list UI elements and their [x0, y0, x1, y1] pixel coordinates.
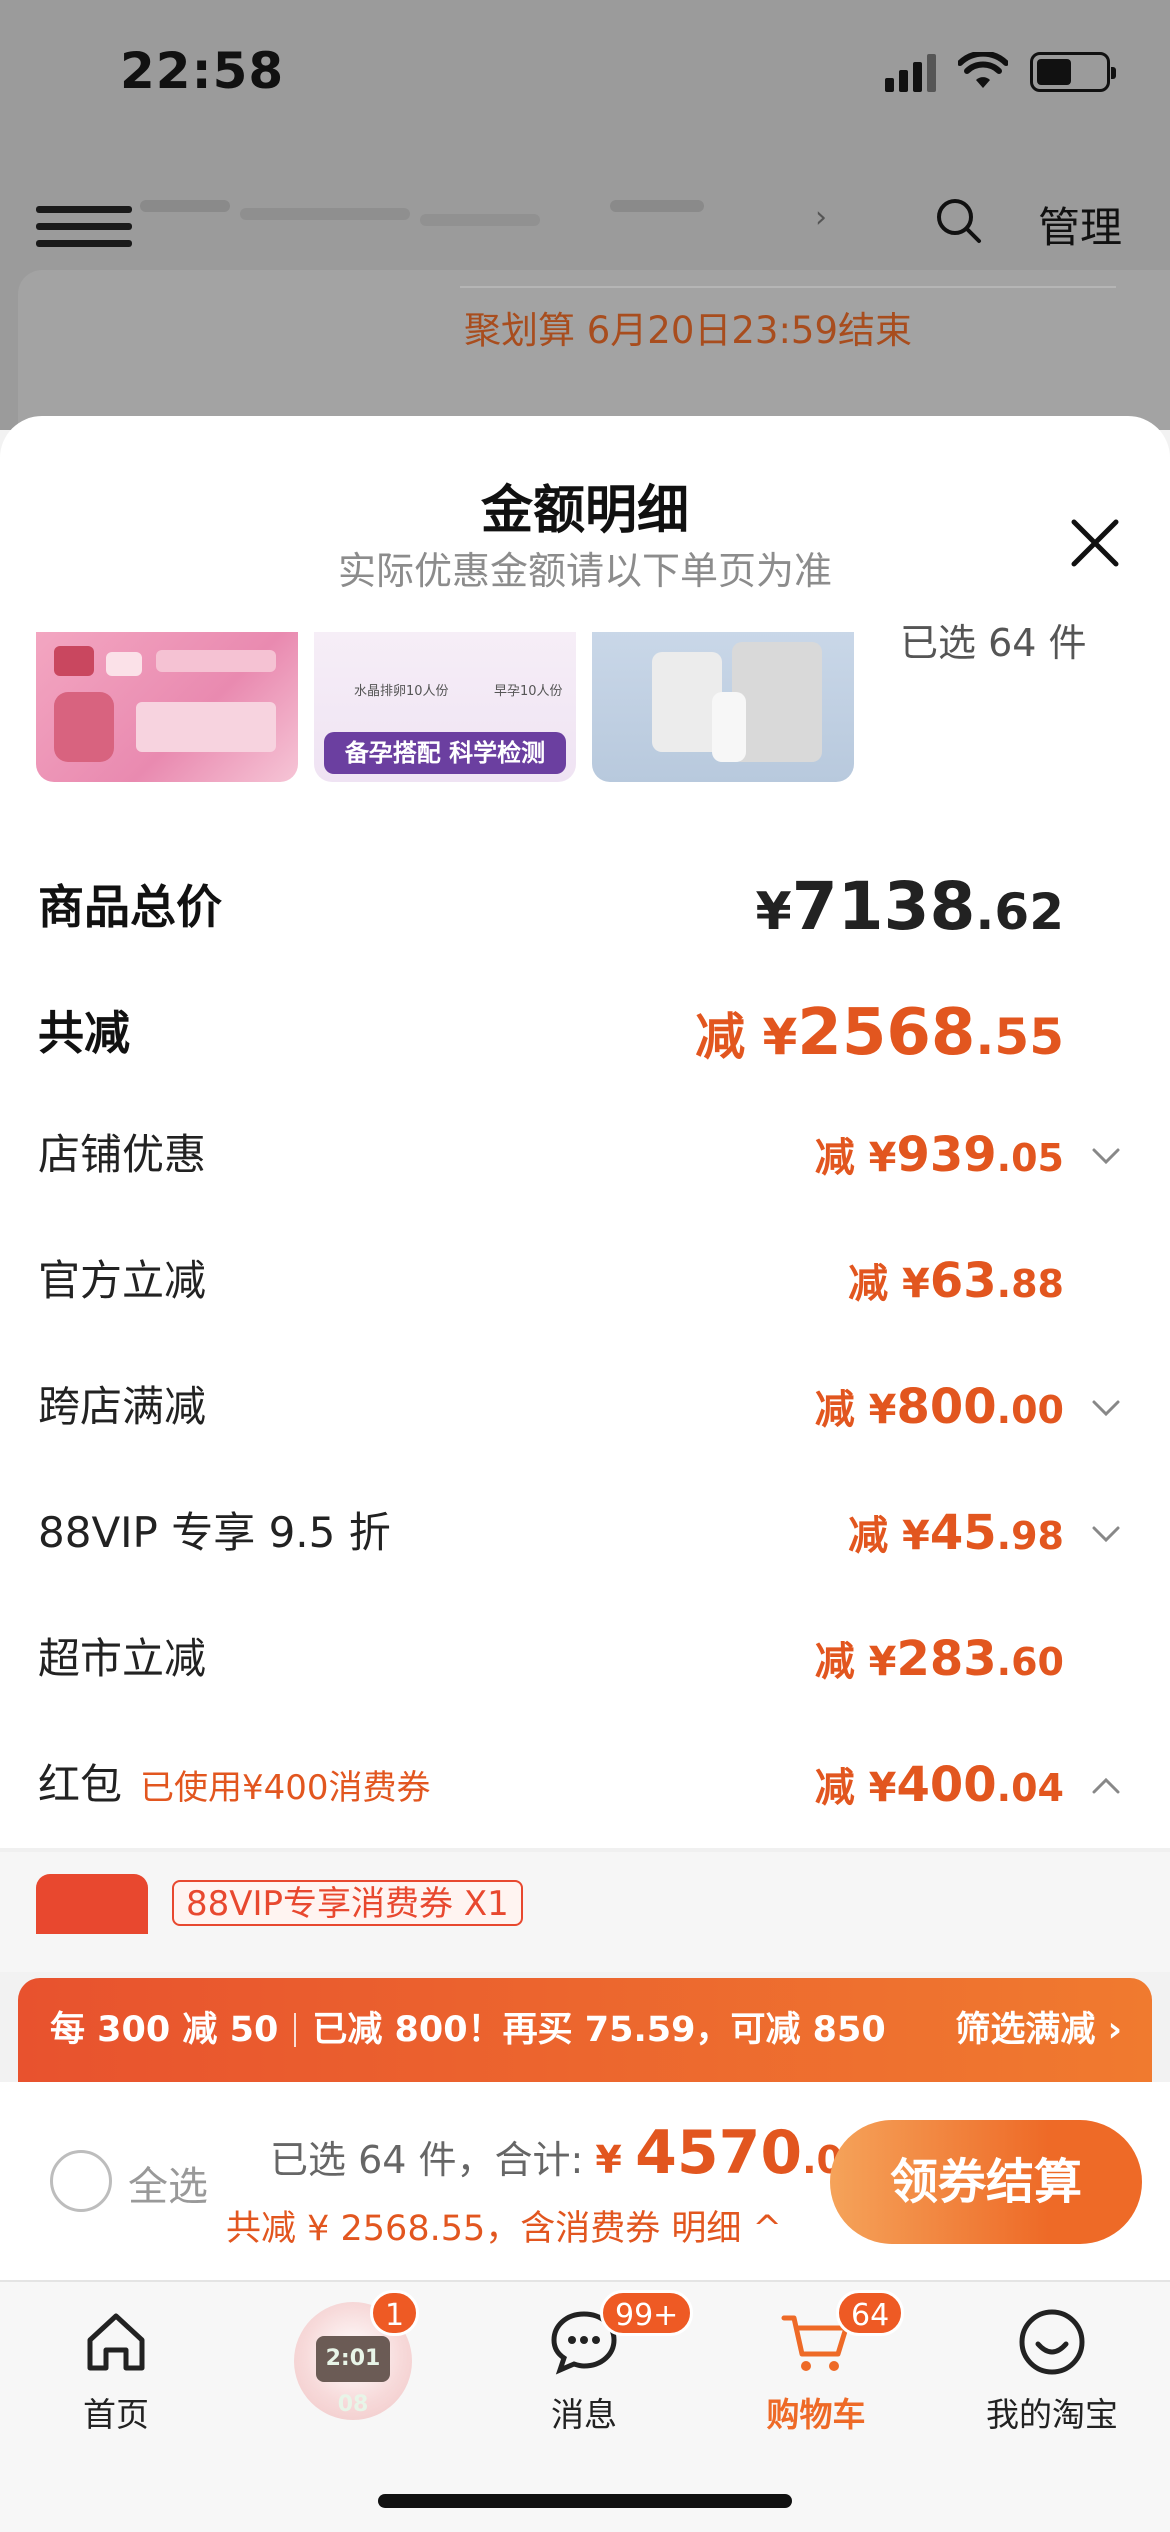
discount-row-red-packet[interactable]: 红包 已使用¥400消费券 减 ¥400.04: [38, 1750, 1132, 1820]
chevron-right-icon: ›: [815, 200, 827, 235]
cellular-signal-icon: [885, 52, 936, 92]
total-price-value: ¥7138.62: [755, 868, 1064, 945]
blurred-shop-name: [610, 200, 704, 212]
tab-label: 首页: [83, 2395, 149, 2434]
filter-full-reduction-link[interactable]: 筛选满减 ›: [955, 1978, 1122, 2082]
checkout-total: ¥ 4570.07: [595, 2118, 869, 2188]
tab-home[interactable]: 首页: [16, 2302, 216, 2442]
promo-text: 每 300 减 50 已减 800！再买 75.59，可减 850: [50, 1978, 886, 2082]
discount-label: 店铺优惠: [38, 1130, 207, 1179]
discount-value: 减 ¥939.05: [814, 1127, 1064, 1183]
tab-badge: 99+: [600, 2290, 694, 2336]
promo-progress: 已减 800！再买 75.59，可减 850: [312, 2010, 886, 2050]
blurred-shop-name: [240, 208, 410, 220]
checkout-summary: 已选 64 件，合计: ¥ 4570.07: [270, 2118, 869, 2188]
close-button[interactable]: [1060, 508, 1130, 578]
discount-value: 减 ¥400.04: [814, 1757, 1064, 1813]
full-reduction-promo-strip[interactable]: 每 300 减 50 已减 800！再买 75.59，可减 850 筛选满减 ›: [18, 1978, 1152, 2082]
select-all-label[interactable]: 全选: [128, 2154, 208, 2212]
discount-label: 官方立减: [38, 1256, 207, 1305]
discount-label: 超市立减: [38, 1634, 207, 1683]
discount-row-shop[interactable]: 店铺优惠 减 ¥939.05: [38, 1120, 1132, 1190]
discount-row-88vip[interactable]: 88VIP 专享 9.5 折 减 ¥45.98: [38, 1498, 1132, 1568]
amount-detail-sheet: 金额明细 实际优惠金额请以下单页为准 水晶排卵10人份 早孕10人份 备孕搭配 …: [0, 416, 1170, 1852]
total-price-row: 商品总价 ¥7138.62: [38, 872, 1132, 943]
product-thumbnails: 水晶排卵10人份 早孕10人份 备孕搭配 科学检测: [36, 632, 854, 782]
thumbnail-small-text: 早孕10人份: [494, 684, 563, 699]
discount-row-supermarket: 超市立减 减 ¥283.60: [38, 1624, 1132, 1694]
blurred-shop-name: [420, 214, 540, 226]
discount-row-official: 官方立减 减 ¥63.88: [38, 1246, 1132, 1316]
tab-badge: 1: [370, 2290, 420, 2336]
product-thumbnail[interactable]: [36, 632, 298, 782]
background-page-overlay: 22:58 › 管理 聚划算 6月20日23:59结束: [0, 0, 1170, 430]
status-icons: [885, 52, 1116, 92]
product-thumbnail[interactable]: 水晶排卵10人份 早孕10人份 备孕搭配 科学检测: [314, 632, 576, 782]
detail-toggle[interactable]: 共减 ¥ 2568.55，含消费券 明细 ^: [226, 2200, 782, 2251]
discount-value: 减 ¥63.88: [848, 1253, 1064, 1309]
discount-label: 跨店满减: [38, 1382, 207, 1431]
total-reduction-label: 共减: [38, 1006, 130, 1060]
discount-value: 减 ¥45.98: [848, 1505, 1064, 1561]
home-indicator: [378, 2494, 792, 2508]
background-promo-notice: 聚划算 6月20日23:59结束: [464, 309, 913, 352]
chevron-down-icon[interactable]: [1088, 1392, 1124, 1422]
chevron-right-icon: ›: [1107, 2010, 1122, 2050]
search-icon: [937, 199, 981, 243]
voucher-icon: [36, 1874, 148, 1934]
discount-label: 红包: [38, 1760, 123, 1809]
clock-product-image: 2:01 08: [316, 2336, 390, 2417]
checkout-button[interactable]: 领券结算: [830, 2120, 1142, 2244]
tab-my-taobao[interactable]: 我的淘宝: [952, 2302, 1152, 2442]
status-time: 22:58: [120, 42, 285, 100]
summary-prefix: 已选 64 件，合计:: [270, 2138, 584, 2182]
chevron-down-icon[interactable]: [1088, 1518, 1124, 1548]
tab-label: 消息: [551, 2395, 617, 2434]
sheet-subtitle: 实际优惠金额请以下单页为准: [337, 549, 832, 593]
app-root: 22:58 › 管理 聚划算 6月20日23:59结束 金额明细 实际优惠金额请…: [0, 0, 1170, 2532]
thumbnail-small-text: 水晶排卵10人份: [354, 684, 449, 699]
promo-rule: 每 300 减 50: [50, 2010, 279, 2050]
total-reduction-value: 减 ¥2568.55: [695, 996, 1064, 1070]
total-price-label: 商品总价: [38, 880, 222, 934]
product-thumbnail[interactable]: [592, 632, 854, 782]
total-reduction-row: 共减 减 ¥2568.55: [38, 998, 1132, 1068]
chevron-up-icon[interactable]: [1088, 1770, 1124, 1800]
selected-count: 已选 64 件: [900, 621, 1087, 665]
tab-badge: 64: [836, 2290, 905, 2336]
tab-label: 我的淘宝: [986, 2395, 1118, 2434]
select-all-checkbox[interactable]: [50, 2150, 112, 2212]
wifi-icon: [958, 52, 1008, 88]
battery-icon: [1030, 52, 1116, 92]
discount-row-cross-store[interactable]: 跨店满减 减 ¥800.00: [38, 1372, 1132, 1442]
discount-label: 88VIP 专享 9.5 折: [38, 1508, 391, 1557]
smile-face-icon: [1019, 2309, 1085, 2375]
divider: [460, 286, 1116, 288]
home-icon: [87, 2313, 145, 2371]
voucher-tag: 88VIP专享消费券 X1: [172, 1880, 523, 1926]
voucher-used-note: 已使用¥400消费券: [140, 1768, 431, 1808]
menu-icon: [36, 206, 132, 257]
voucher-list-peek: 88VIP专享消费券 X1: [0, 1852, 1170, 1972]
discount-value: 减 ¥800.00: [814, 1379, 1064, 1435]
sheet-title: 金额明细: [480, 481, 689, 541]
thumbnail-caption: 备孕搭配 科学检测: [324, 732, 566, 774]
blurred-shop-name: [140, 200, 230, 212]
checkout-bar: 全选 已选 64 件，合计: ¥ 4570.07 共减 ¥ 2568.55，含消…: [0, 2082, 1170, 2280]
divider: [294, 2013, 297, 2047]
discount-value: 减 ¥283.60: [814, 1631, 1064, 1687]
manage-button: 管理: [1038, 203, 1123, 252]
promo-link-label: 筛选满减: [955, 2010, 1096, 2050]
chevron-down-icon[interactable]: [1088, 1140, 1124, 1170]
tab-label: 购物车: [766, 2395, 866, 2434]
discount-label-wrap: 红包 已使用¥400消费券: [38, 1750, 431, 1823]
